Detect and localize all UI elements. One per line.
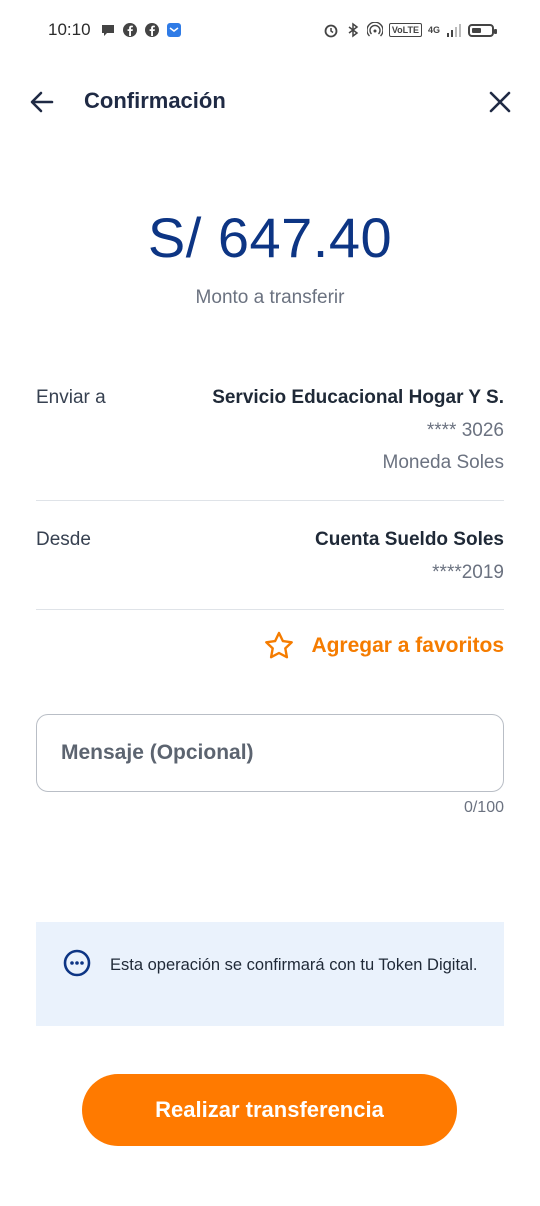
signal-icon — [446, 22, 462, 38]
token-info-text: Esta operación se confirmará con tu Toke… — [110, 956, 478, 974]
volte-badge: VoLTE — [388, 23, 422, 37]
mail-app-icon — [166, 22, 182, 38]
add-to-favorites-button[interactable]: Agregar a favoritos — [263, 630, 504, 662]
message-field-container[interactable] — [36, 714, 504, 792]
arrow-left-icon — [30, 91, 54, 113]
close-button[interactable] — [484, 86, 516, 118]
status-time: 10:10 — [48, 20, 91, 39]
facebook-icon — [122, 22, 138, 38]
message-input[interactable] — [37, 715, 503, 791]
divider — [36, 609, 504, 610]
source-account-name: Cuenta Sueldo Soles — [315, 529, 504, 550]
submit-transfer-button[interactable]: Realizar transferencia — [82, 1074, 457, 1146]
transfer-amount: S/ 647.40 — [147, 206, 393, 269]
message-char-counter: 0/100 — [463, 799, 504, 816]
chat-bubble-icon — [100, 22, 116, 38]
close-icon — [489, 91, 511, 113]
alarm-icon — [323, 22, 339, 38]
recipient-account: **** 3026 — [426, 420, 504, 441]
add-to-favorites-label: Agregar a favoritos — [311, 634, 504, 657]
page-title: Confirmación — [84, 88, 226, 113]
status-left-icons — [100, 22, 182, 38]
bluetooth-icon — [345, 22, 361, 38]
recipient-name: Servicio Educacional Hogar Y S. — [212, 387, 504, 408]
facebook-icon — [144, 22, 160, 38]
battery-icon — [468, 23, 497, 37]
divider — [36, 500, 504, 501]
source-account-number: ****2019 — [432, 562, 504, 583]
recipient-currency: Moneda Soles — [382, 452, 504, 473]
amount-caption: Monto a transferir — [195, 287, 345, 308]
status-right-icons: VoLTE 4G — [323, 22, 497, 38]
from-label: Desde — [36, 529, 91, 550]
token-digital-icon — [62, 948, 92, 978]
star-outline-icon — [265, 631, 294, 659]
hotspot-icon — [366, 22, 383, 38]
send-to-label: Enviar a — [36, 387, 106, 408]
network-type: 4G — [427, 25, 440, 35]
back-button[interactable] — [26, 86, 58, 118]
